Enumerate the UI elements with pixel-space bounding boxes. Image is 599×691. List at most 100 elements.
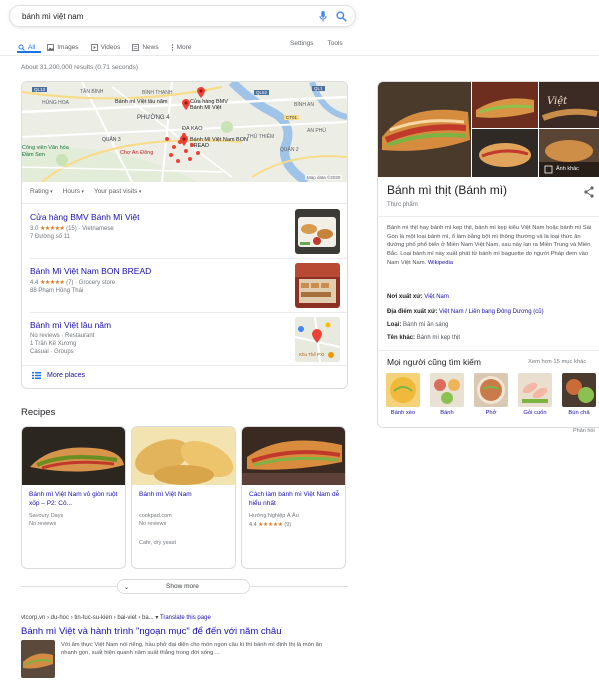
kp-fact: Địa điểm xuất xứ: Việt Nam / Liên bang Đ… (387, 309, 597, 315)
microphone-icon[interactable] (319, 11, 327, 22)
tab-label: News (142, 43, 159, 51)
show-more-button[interactable]: ⌄ Show more (117, 579, 250, 594)
share-icon[interactable] (584, 186, 594, 198)
result-thumbnail[interactable] (21, 640, 55, 678)
search-box[interactable]: bánh mì việt nam (9, 5, 356, 27)
recipe-title[interactable]: Cách làm bánh mì Việt Nam dễ hiểu nhất (249, 491, 341, 509)
place-attributes: Casual · Groups (30, 349, 74, 355)
kp-fact: Tên khác: Bánh mì kẹp thịt (387, 335, 597, 341)
fact-value: Bánh mì kẹp thịt (416, 335, 461, 341)
recipe-title[interactable]: Bánh mì Việt Nam vỏ giòn ruột xốp – P2: … (29, 491, 121, 509)
star-icons: ★★★★★ (40, 226, 65, 232)
svg-text:Việt: Việt (547, 96, 568, 107)
translate-link[interactable]: Translate this page (160, 615, 211, 621)
tools-link[interactable]: Tools (328, 40, 343, 47)
kp-image-more[interactable]: Ảnh khác (539, 129, 599, 177)
tab-images[interactable]: Images (47, 40, 79, 54)
fact-key: Địa điểm xuất xứ: (387, 309, 438, 315)
map-label: AN PHÚ (307, 128, 326, 134)
filter-past-visits[interactable]: Your past visits (94, 188, 141, 195)
list-icon (32, 372, 41, 379)
rating-value: 4.4 (30, 280, 39, 286)
map-label-park: Công viên Văn hóa Đầm Sen (22, 145, 69, 158)
search-query[interactable]: bánh mì việt nam (22, 12, 83, 21)
divider (378, 350, 599, 351)
place-address: 88 Phạm Hồng Thái (30, 288, 84, 294)
road-code: QL52 (254, 90, 270, 95)
map-pin-label: Bánh mì Việt lâu năm (115, 99, 168, 105)
related-entity[interactable]: Gỏi cuốn (518, 373, 552, 416)
fact-value[interactable]: Việt Nam / Liên bang Đông Dương (cũ) (439, 309, 544, 315)
place-thumbnail[interactable] (295, 209, 340, 254)
kp-fact: Nơi xuất xứ: Việt Nam (387, 294, 597, 300)
filter-rating[interactable]: Rating (30, 188, 53, 195)
map-label: THỦ THIÊM (247, 134, 275, 140)
knowledge-panel: Việt Ảnh khác Bánh mì thịt (Bánh mì) Thự… (377, 81, 599, 428)
search-tabs: All Images Videos News More (18, 40, 191, 54)
result-snippet: Với ẩm thực Việt Nam nói riêng, hầu phở … (61, 642, 323, 657)
tab-news[interactable]: News (132, 40, 159, 54)
wikipedia-link[interactable]: Wikipedia (428, 260, 453, 266)
place-map-thumbnail[interactable]: Khu Thể PXI (295, 317, 340, 362)
fact-value[interactable]: Việt Nam (424, 294, 449, 300)
local-result[interactable]: Bánh Mì Việt Nam BON BREAD 4.4 ★★★★★ (7)… (30, 266, 290, 294)
tab-label: Images (57, 43, 79, 51)
related-entity[interactable]: Bánh (430, 373, 464, 416)
search-icon (18, 43, 25, 51)
related-entity[interactable]: Bánh xèo (386, 373, 420, 416)
recipe-source: Savoury Days (29, 513, 64, 519)
breadcrumb[interactable]: vtcorp.vn › du-hoc › tin-tuc-su-kien › b… (21, 615, 154, 621)
place-category: Vietnamese (82, 226, 114, 232)
place-name[interactable]: Bánh Mì Việt Nam BON BREAD (30, 266, 290, 276)
map-label: BÌNH THẠNH (142, 90, 173, 96)
video-icon (90, 43, 98, 51)
view-more-link[interactable]: Xem hơn 15 mục khác (528, 359, 586, 365)
recipe-card[interactable]: Cách làm bánh mì Việt Nam dễ hiểu nhất H… (241, 426, 346, 569)
place-rating: No reviews · Restaurant (30, 333, 95, 339)
map-label-market: Chợ An Đông (120, 150, 154, 156)
kp-main-image[interactable] (378, 82, 471, 177)
map-pin-icon[interactable] (182, 99, 190, 110)
divider (30, 258, 347, 259)
recipe-title[interactable]: Bánh mì Việt Nam (139, 491, 231, 500)
map-pin-label: Cửa hàng BMV Bánh Mì Việt (190, 99, 228, 112)
local-result[interactable]: Cửa hàng BMV Bánh Mì Việt 3.0 ★★★★★ (15)… (30, 212, 290, 240)
fact-key: Loại: (387, 322, 402, 328)
entity-name: Bánh xèo (390, 410, 416, 416)
divider (30, 312, 347, 313)
recipe-card[interactable]: Bánh mì Việt Nam cookpad.com No reviews … (131, 426, 236, 569)
place-thumbnail[interactable] (295, 263, 340, 308)
settings-link[interactable]: Settings (290, 40, 314, 47)
place-category: Grocery store (78, 280, 116, 286)
related-entity[interactable]: Phở (474, 373, 508, 416)
description-text: Bánh mì thịt hay bánh mì kẹp thịt, bánh … (387, 225, 592, 266)
local-result[interactable]: Bánh mì Việt lâu năm No reviews · Restau… (30, 320, 290, 355)
recipe-card[interactable]: Bánh mì Việt Nam vỏ giòn ruột xốp – P2: … (21, 426, 126, 569)
place-name[interactable]: Cửa hàng BMV Bánh Mì Việt (30, 212, 290, 222)
place-address: 7 Đường số 11 (30, 234, 70, 240)
kp-image[interactable] (472, 82, 538, 128)
related-entity[interactable]: Bún chả (562, 373, 596, 416)
more-places-link[interactable]: More places (32, 372, 85, 379)
fact-key: Tên khác: (387, 335, 416, 341)
map[interactable]: BÌNH THẠNH HÙNG HOA TÂN BÌNH PHƯỜNG 4 ĐA… (22, 82, 347, 182)
place-name[interactable]: Bánh mì Việt lâu năm (30, 320, 290, 330)
map-result-dots (165, 133, 200, 163)
kp-image[interactable]: Việt (539, 82, 599, 128)
map-label: PHƯỜNG 4 (137, 115, 170, 121)
map-label: TÂN BÌNH (80, 89, 104, 95)
result-title[interactable]: Bánh mì Việt và hành trình "ngoạn mục" đ… (21, 626, 282, 637)
filter-hours[interactable]: Hours (63, 188, 84, 195)
more-images-label: Ảnh khác (556, 166, 579, 172)
map-pin-icon[interactable] (197, 87, 205, 98)
feedback-link[interactable]: Phản hồi (573, 428, 595, 434)
tab-videos[interactable]: Videos (90, 40, 120, 54)
tab-more[interactable]: More (171, 40, 191, 54)
kp-image[interactable] (472, 129, 538, 177)
search-icon[interactable] (336, 11, 347, 22)
recipe-rating: 4.4 ★★★★★ (9) (249, 522, 291, 528)
divider (22, 365, 347, 366)
entity-name: Gỏi cuốn (523, 410, 547, 416)
place-rating: 4.4 ★★★★★ (7) · Grocery store (30, 280, 116, 286)
kp-fact: Loại: Bánh mì ăn sáng (387, 322, 597, 328)
